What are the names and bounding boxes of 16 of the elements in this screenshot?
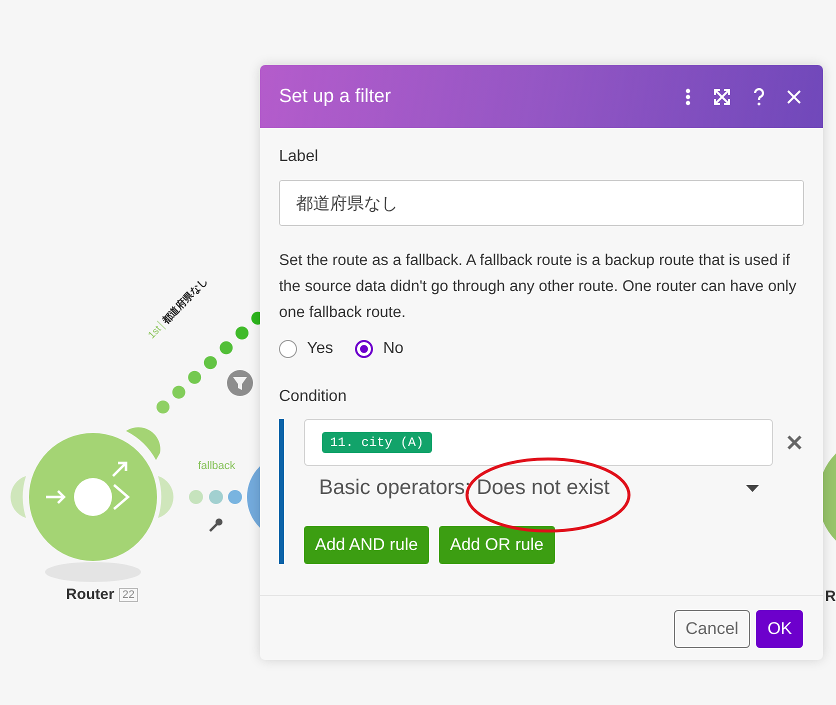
module-label: Router (66, 586, 114, 603)
module-label: R (825, 588, 836, 605)
radio-label[interactable]: No (383, 340, 404, 358)
cancel-button[interactable]: Cancel (674, 610, 750, 648)
radio-label[interactable]: Yes (307, 340, 334, 358)
operator-dropdown[interactable]: Basic operators: Does not exist (304, 466, 773, 500)
label-input[interactable]: 都道府県なし (279, 180, 804, 226)
field-label: Condition (279, 388, 348, 406)
route-order: 1st (146, 324, 164, 341)
route-label: fallback (198, 460, 236, 472)
fallback-description: Set the route as a fallback. A fallback route is a backup route that is used if the source data didn't go through any other route. One router can have only one fallback route. (279, 251, 798, 323)
route-label: 都道府県なし (160, 274, 211, 327)
field-label: Label (279, 148, 320, 166)
ok-button[interactable]: OK (756, 610, 803, 648)
module-id-badge: 22 (119, 588, 138, 602)
dialog-title: Set up a filter (279, 86, 391, 108)
